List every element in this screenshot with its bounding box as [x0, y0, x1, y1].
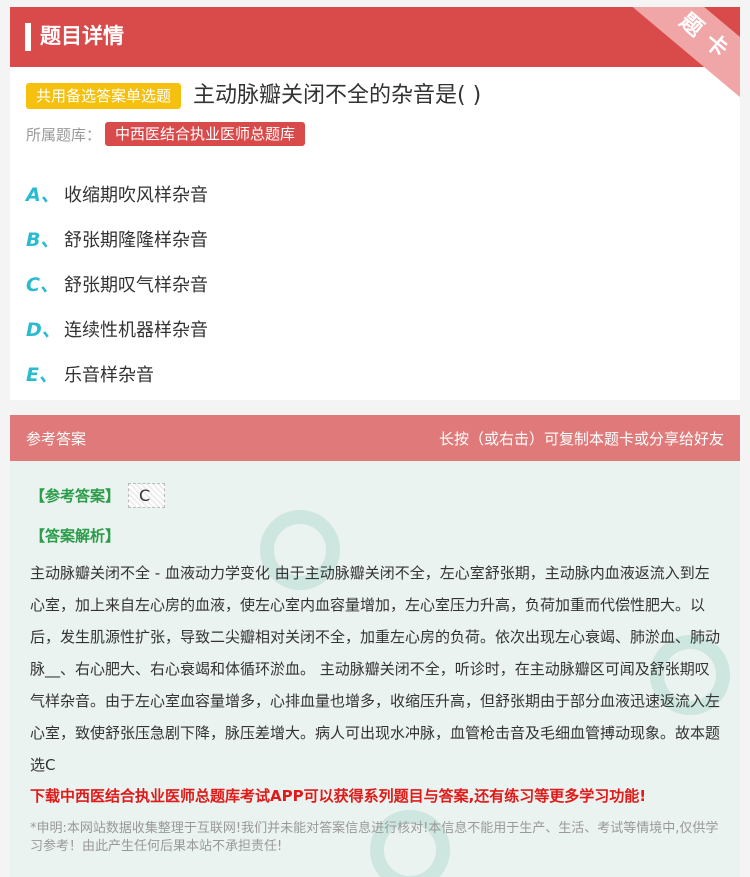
option-d[interactable]: D、 连续性机器样杂音: [26, 306, 208, 351]
copy-hint: 长按（或右击）可复制本题卡或分享给好友: [438, 429, 724, 448]
option-letter: D、: [26, 319, 61, 341]
options-list: A、 收缩期吹风样杂音 B、 舒张期隆隆样杂音 C、 舒张期叹气样杂音 D、 连…: [26, 171, 208, 396]
option-b[interactable]: B、 舒张期隆隆样杂音: [26, 216, 208, 261]
option-letter: B、: [26, 229, 60, 251]
question-type-badge: 共用备选答案单选题: [26, 83, 182, 109]
corner-ribbon: 题卡: [630, 7, 740, 102]
analysis-label: 【答案解析】: [30, 527, 121, 545]
option-text: 乐音样杂音: [64, 364, 154, 386]
answer-value: C: [128, 483, 166, 508]
app-promo-link[interactable]: 下载中西医结合执业医师总题库考试APP可以获得系列题目与答案,还有练习等更多学习…: [30, 783, 730, 809]
library-label: 所属题库：: [26, 125, 102, 144]
option-text: 收缩期吹风样杂音: [64, 184, 208, 206]
page-title: 题目详情: [40, 24, 124, 48]
option-text: 舒张期叹气样杂音: [64, 274, 208, 296]
disclaimer-text: *申明:本网站数据收集整理于互联网!我们并未能对答案信息进行核对!本信息不能用于…: [30, 821, 719, 854]
question-text: 主动脉瓣关闭不全的杂音是( ): [193, 83, 482, 108]
answer-line: 【参考答案】 C: [30, 483, 166, 508]
library-row: 所属题库： 中西医结合执业医师总题库: [26, 121, 306, 147]
option-letter: A、: [26, 184, 60, 206]
answer-label: 【参考答案】: [30, 487, 121, 505]
library-link[interactable]: 中西医结合执业医师总题库: [105, 122, 306, 146]
option-text: 连续性机器样杂音: [64, 319, 208, 341]
question-card: 题目详情 题卡 共用备选答案单选题 主动脉瓣关闭不全的杂音是( ) 所属题库： …: [10, 7, 740, 400]
answer-card: 参考答案 长按（或右击）可复制本题卡或分享给好友 【参考答案】 C 【答案解析】…: [10, 415, 740, 877]
ribbon-label: 题卡: [674, 8, 740, 69]
question-row: 共用备选答案单选题 主动脉瓣关闭不全的杂音是( ): [26, 79, 481, 113]
header-accent-bar: [25, 23, 31, 51]
answer-header: 参考答案 长按（或右击）可复制本题卡或分享给好友: [10, 415, 740, 461]
option-letter: C、: [26, 274, 59, 296]
card-header: 题目详情 题卡: [10, 7, 740, 102]
option-a[interactable]: A、 收缩期吹风样杂音: [26, 171, 208, 216]
option-letter: E、: [26, 364, 58, 386]
option-e[interactable]: E、 乐音样杂音: [26, 351, 208, 396]
option-text: 舒张期隆隆样杂音: [64, 229, 208, 251]
answer-section-title: 参考答案: [26, 429, 87, 448]
option-c[interactable]: C、 舒张期叹气样杂音: [26, 261, 208, 306]
analysis-text: 主动脉瓣关闭不全 - 血液动力学变化 由于主动脉瓣关闭不全，左心室舒张期，主动脉…: [30, 564, 721, 774]
